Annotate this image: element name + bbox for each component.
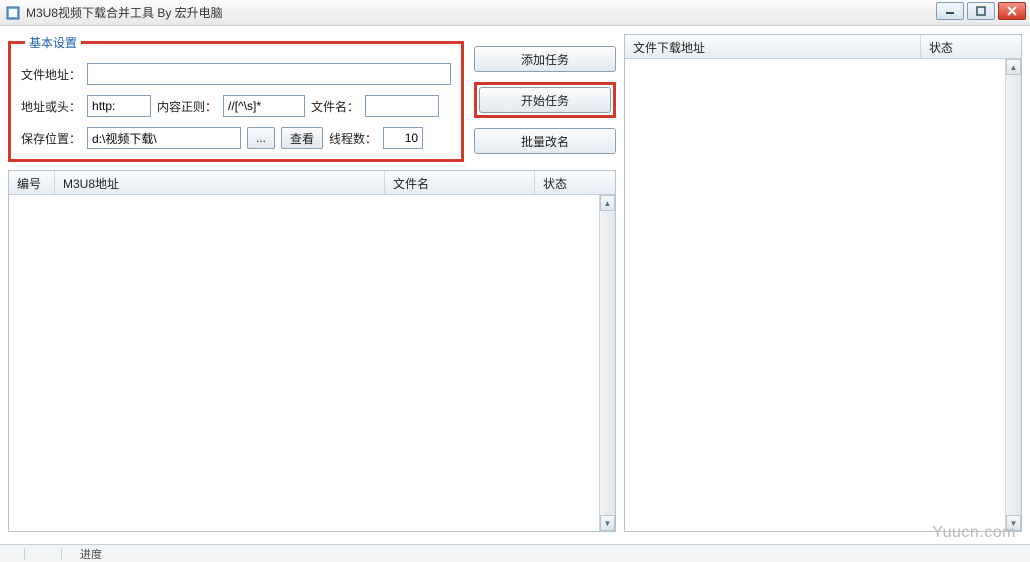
- left-pane: 基本设置 文件地址： 地址或头： 内容正则： 文件名： 保存位置： ...: [8, 34, 616, 532]
- maximize-button[interactable]: [967, 2, 995, 20]
- scroll-down-icon[interactable]: ▼: [1006, 515, 1021, 531]
- start-task-button[interactable]: 开始任务: [479, 87, 611, 113]
- regex-label: 内容正则：: [157, 98, 217, 115]
- window-title: M3U8视频下载合并工具 By 宏升电脑: [26, 4, 223, 21]
- download-list-body[interactable]: ▲ ▼: [625, 59, 1021, 531]
- top-area: 基本设置 文件地址： 地址或头： 内容正则： 文件名： 保存位置： ...: [8, 34, 616, 162]
- status-bar: 进度: [0, 544, 1030, 562]
- status-separator: [61, 548, 62, 560]
- window-controls: [936, 2, 1026, 20]
- savepath-input[interactable]: [87, 127, 241, 149]
- col-download-addr[interactable]: 文件下载地址: [625, 35, 921, 58]
- col-filename[interactable]: 文件名: [385, 171, 535, 194]
- browse-button[interactable]: ...: [247, 127, 275, 149]
- content-area: 基本设置 文件地址： 地址或头： 内容正则： 文件名： 保存位置： ...: [0, 26, 1030, 536]
- titlebar: M3U8视频下载合并工具 By 宏升电脑: [0, 0, 1030, 26]
- row-head-regex-name: 地址或头： 内容正则： 文件名：: [21, 95, 451, 117]
- download-list-header: 文件下载地址 状态: [625, 35, 1021, 59]
- rename-button[interactable]: 批量改名: [474, 128, 616, 154]
- col-no[interactable]: 编号: [9, 171, 55, 194]
- scroll-up-icon[interactable]: ▲: [1006, 59, 1021, 75]
- task-list-body[interactable]: ▲ ▼: [9, 195, 615, 531]
- row-savepath: 保存位置： ... 查看 线程数：: [21, 127, 451, 149]
- download-scrollbar[interactable]: ▲ ▼: [1005, 59, 1021, 531]
- view-button[interactable]: 查看: [281, 127, 323, 149]
- scroll-up-icon[interactable]: ▲: [600, 195, 615, 211]
- task-list-header: 编号 M3U8地址 文件名 状态: [9, 171, 615, 195]
- savepath-label: 保存位置：: [21, 130, 81, 147]
- status-progress-label: 进度: [80, 546, 102, 562]
- threads-input[interactable]: [383, 127, 423, 149]
- close-button[interactable]: [998, 2, 1026, 20]
- col-status[interactable]: 状态: [535, 171, 615, 194]
- add-task-button[interactable]: 添加任务: [474, 46, 616, 72]
- col-download-status[interactable]: 状态: [921, 35, 1021, 58]
- head-label: 地址或头：: [21, 98, 81, 115]
- filename-input[interactable]: [365, 95, 439, 117]
- action-column: 添加任务 开始任务 批量改名: [474, 34, 616, 154]
- head-input[interactable]: [87, 95, 151, 117]
- row-file-url: 文件地址：: [21, 63, 451, 85]
- scroll-down-icon[interactable]: ▼: [600, 515, 615, 531]
- basic-settings-legend: 基本设置: [25, 34, 81, 51]
- threads-label: 线程数：: [329, 130, 377, 147]
- col-url[interactable]: M3U8地址: [55, 171, 385, 194]
- filename-label: 文件名：: [311, 98, 359, 115]
- app-icon: [6, 6, 20, 20]
- regex-input[interactable]: [223, 95, 305, 117]
- file-url-label: 文件地址：: [21, 66, 81, 83]
- status-separator: [24, 548, 25, 560]
- basic-settings-group: 基本设置 文件地址： 地址或头： 内容正则： 文件名： 保存位置： ...: [8, 34, 464, 162]
- file-url-input[interactable]: [87, 63, 451, 85]
- download-list-panel: 文件下载地址 状态 ▲ ▼: [624, 34, 1022, 532]
- task-scrollbar[interactable]: ▲ ▼: [599, 195, 615, 531]
- task-list-panel: 编号 M3U8地址 文件名 状态 ▲ ▼: [8, 170, 616, 532]
- start-task-highlight: 开始任务: [474, 82, 616, 118]
- minimize-button[interactable]: [936, 2, 964, 20]
